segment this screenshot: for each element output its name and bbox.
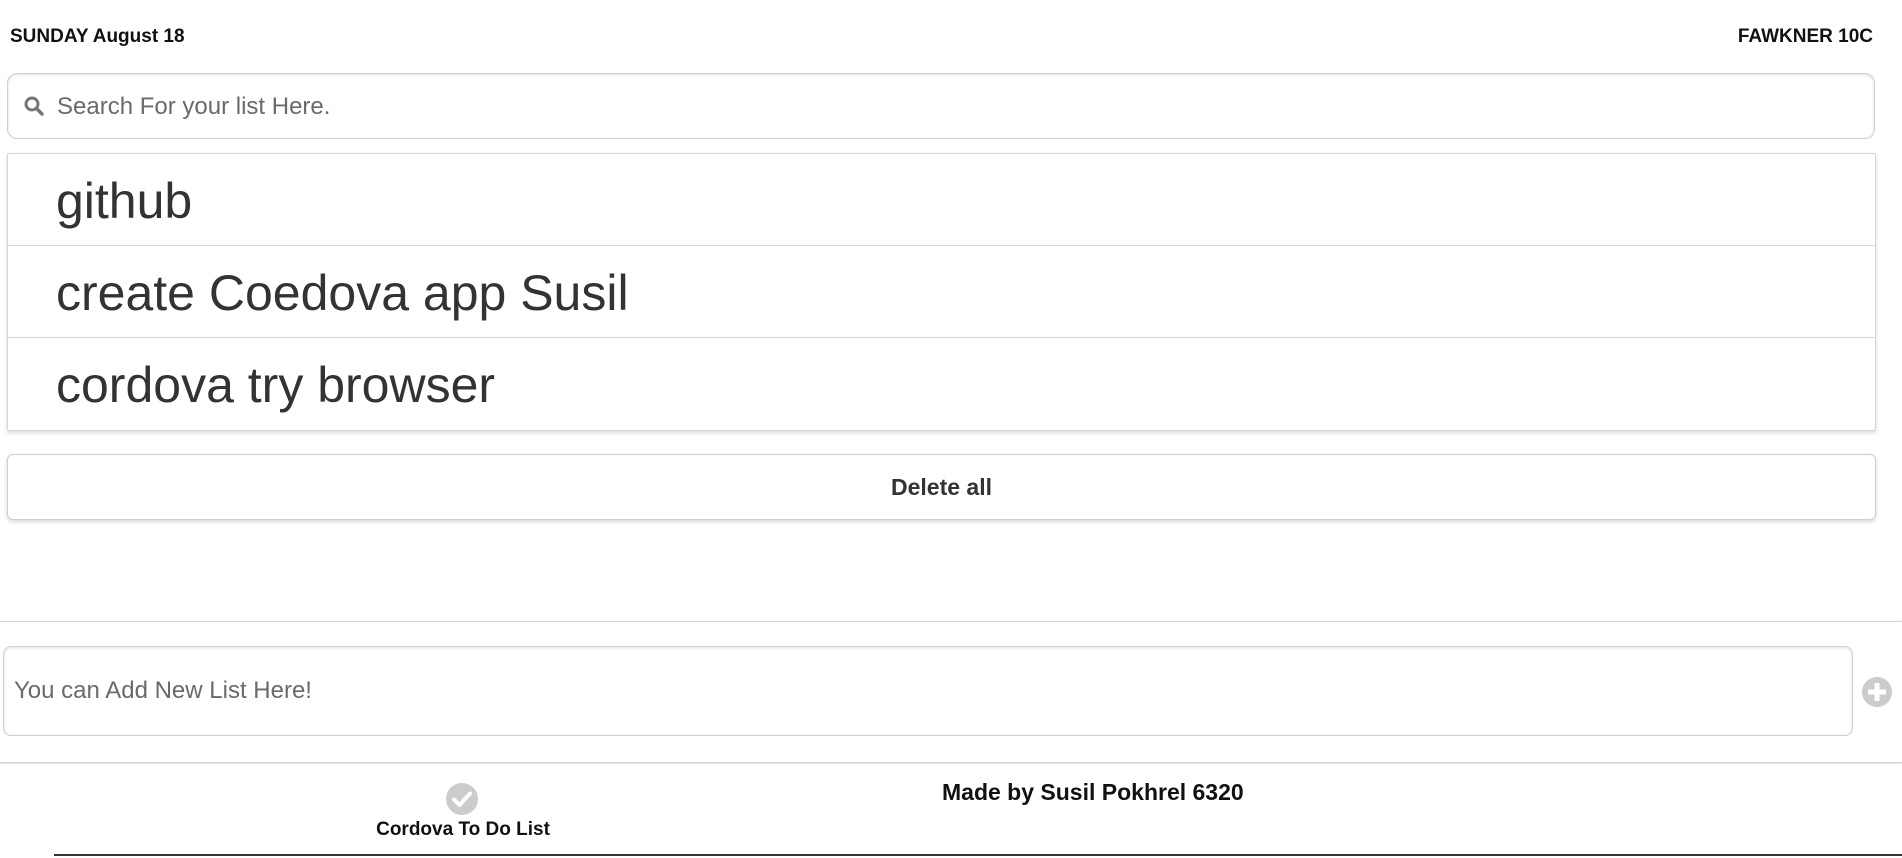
header: SUNDAY August 18 FAWKNER 10C bbox=[0, 0, 1902, 72]
list-item[interactable]: github bbox=[8, 154, 1875, 246]
add-list-bar bbox=[0, 621, 1902, 763]
tab-todo-list[interactable]: Cordova To Do List bbox=[54, 764, 872, 854]
todo-list: github create Coedova app Susil cordova … bbox=[7, 153, 1876, 431]
weather-label: FAWKNER 10C bbox=[1737, 26, 1873, 47]
delete-all-button[interactable]: Delete all bbox=[7, 454, 1876, 520]
new-list-input[interactable] bbox=[3, 646, 1853, 736]
list-item[interactable]: create Coedova app Susil bbox=[8, 246, 1875, 338]
search-box[interactable] bbox=[7, 73, 1875, 139]
list-item-label: github bbox=[56, 173, 193, 229]
credit-text: Made by Susil Pokhrel 6320 bbox=[942, 779, 1244, 805]
check-circle-icon bbox=[445, 782, 479, 816]
divider bbox=[54, 854, 1902, 856]
search-icon bbox=[22, 94, 46, 118]
date-label: SUNDAY August 18 bbox=[10, 26, 185, 47]
list-item[interactable]: cordova try browser bbox=[8, 338, 1875, 430]
tab-label: Cordova To Do List bbox=[376, 819, 550, 840]
list-item-label: create Coedova app Susil bbox=[56, 265, 629, 321]
footer: Cordova To Do List Made by Susil Pokhrel… bbox=[0, 764, 1902, 858]
plus-circle-icon[interactable] bbox=[1861, 676, 1893, 708]
search-input[interactable] bbox=[55, 84, 1859, 130]
list-item-label: cordova try browser bbox=[56, 357, 496, 413]
